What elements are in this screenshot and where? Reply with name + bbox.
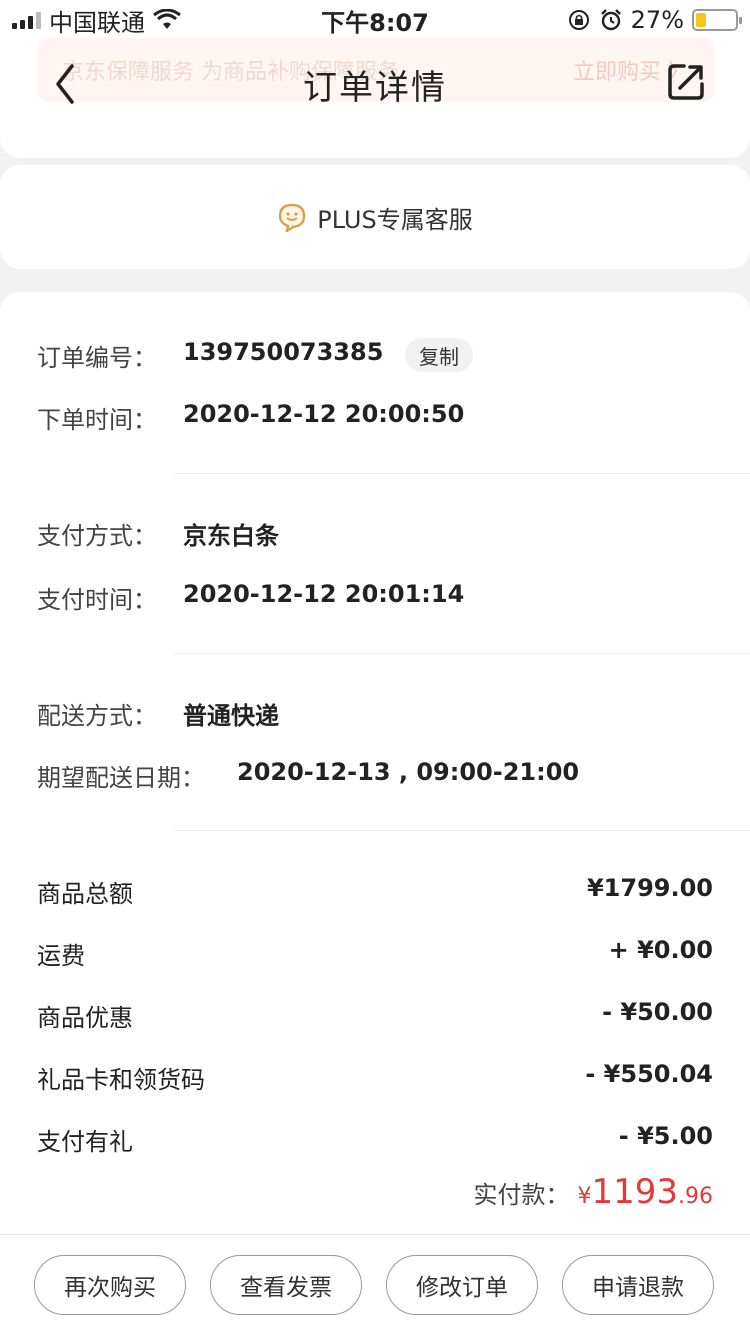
carrier-name: 中国联通 (49, 8, 145, 37)
battery-percent: 27% (630, 6, 684, 34)
rotation-lock-icon (568, 10, 589, 30)
expected-date-row: 期望配送日期： (37, 758, 205, 793)
navigation-bar: 订单详情 (0, 40, 750, 128)
buy-again-button[interactable]: 再次购买 (34, 1255, 186, 1315)
page-title: 订单详情 (303, 67, 447, 108)
order-time-row: 下单时间： (37, 400, 157, 435)
service-label: PLUS专属客服 (317, 205, 473, 234)
request-refund-button[interactable]: 申请退款 (562, 1255, 714, 1315)
fee-row-pay-gift: 支付有礼 - ¥5.00 (37, 1122, 713, 1157)
divider (174, 653, 750, 654)
share-icon[interactable] (666, 62, 706, 102)
back-arrow-icon[interactable] (50, 62, 80, 106)
wifi-icon (153, 9, 181, 29)
order-time: 2020-12-12 20:00:50 (183, 400, 465, 428)
currency-symbol: ¥ (577, 1184, 592, 1209)
fee-label: 商品总额 (37, 880, 133, 908)
battery-icon (692, 9, 742, 31)
fee-row-gift-card: 礼品卡和领货码 - ¥550.04 (37, 1060, 713, 1095)
fee-value: ¥1799.00 (586, 874, 713, 902)
amount-integer: 1193 (591, 1172, 678, 1212)
fee-row-discount: 商品优惠 - ¥50.00 (37, 998, 713, 1033)
pay-time-label: 支付时间： (37, 586, 157, 614)
fee-label: 支付有礼 (37, 1128, 133, 1156)
pay-method: 京东白条 (183, 522, 279, 550)
fee-value: + ¥0.00 (608, 936, 713, 964)
order-time-label: 下单时间： (37, 406, 157, 434)
ship-method-row: 配送方式： (37, 696, 157, 731)
pay-time: 2020-12-12 20:01:14 (183, 580, 465, 608)
status-bar: 中国联通 下午8:07 27% (0, 0, 750, 40)
fee-row-total: 商品总额 ¥1799.00 (37, 874, 713, 909)
divider (174, 830, 750, 831)
expected-date-label: 期望配送日期： (37, 764, 205, 792)
order-number-label: 订单编号： (37, 344, 157, 372)
plus-customer-service[interactable]: PLUS专属客服 (0, 165, 750, 269)
fee-value: - ¥50.00 (602, 998, 713, 1026)
fee-label: 运费 (37, 942, 85, 970)
actual-payment-amount: ¥1193.96 (577, 1172, 713, 1212)
view-invoice-button[interactable]: 查看发票 (210, 1255, 362, 1315)
order-number: 139750073385 (183, 338, 384, 366)
fee-label: 礼品卡和领货码 (37, 1066, 205, 1094)
divider (174, 473, 750, 474)
fee-value: - ¥5.00 (618, 1122, 713, 1150)
fee-row-shipping: 运费 + ¥0.00 (37, 936, 713, 971)
amount-cents: .96 (678, 1184, 713, 1209)
ship-method: 普通快递 (183, 702, 279, 730)
fee-label: 商品优惠 (37, 1004, 133, 1032)
pay-method-row: 支付方式： (37, 516, 157, 551)
fee-value: - ¥550.04 (585, 1060, 713, 1088)
modify-order-button[interactable]: 修改订单 (386, 1255, 538, 1315)
order-number-row: 订单编号： (37, 338, 157, 373)
expected-date: 2020-12-13 , 09:00-21:00 (237, 758, 580, 786)
alarm-icon (600, 9, 621, 31)
copy-button[interactable]: 复制 (405, 338, 473, 372)
customer-service-icon (279, 203, 306, 232)
actual-payment: 实付款： ¥1193.96 (473, 1172, 713, 1212)
signal-icon (12, 11, 41, 29)
pay-time-row: 支付时间： (37, 580, 157, 615)
ship-method-label: 配送方式： (37, 702, 157, 730)
pay-method-label: 支付方式： (37, 522, 157, 550)
actual-payment-label: 实付款： (473, 1181, 570, 1209)
bottom-action-bar: 再次购买 查看发票 修改订单 申请退款 (0, 1234, 750, 1334)
